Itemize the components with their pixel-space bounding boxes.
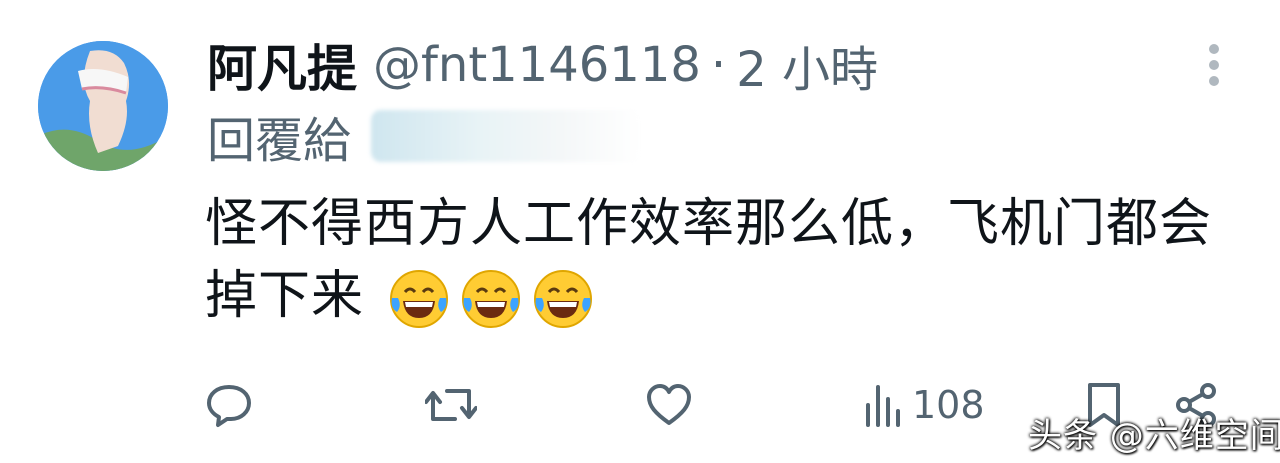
views-button[interactable]: 108 bbox=[862, 370, 985, 440]
reply-context: 回覆給 bbox=[207, 104, 642, 169]
laughing-emoji-icon bbox=[460, 268, 522, 330]
retweet-icon bbox=[425, 389, 477, 421]
more-icon bbox=[1209, 44, 1219, 86]
display-name[interactable]: 阿凡提 bbox=[207, 29, 357, 101]
laughing-emoji-icon bbox=[532, 268, 594, 330]
views-count: 108 bbox=[912, 383, 985, 427]
avatar-image bbox=[38, 41, 168, 171]
reply-icon bbox=[207, 385, 251, 427]
retweet-button[interactable] bbox=[425, 370, 477, 440]
more-options-button[interactable] bbox=[1200, 42, 1228, 88]
separator-dot: · bbox=[710, 37, 727, 93]
reply-label: 回覆給 bbox=[207, 113, 352, 169]
like-button[interactable] bbox=[645, 370, 693, 440]
tweet-body: 怪不得西方人工作效率那么低，飞机门都会掉下来 bbox=[205, 188, 1245, 332]
avatar[interactable] bbox=[38, 41, 168, 171]
timestamp[interactable]: 2 小時 bbox=[736, 30, 878, 100]
watermark: 头条 @六维空间 bbox=[1028, 416, 1280, 456]
laughing-emoji-icon bbox=[388, 268, 450, 330]
like-icon bbox=[647, 384, 691, 425]
emoji-group bbox=[388, 268, 604, 330]
reply-button[interactable] bbox=[205, 370, 253, 440]
redacted-handle bbox=[371, 110, 642, 162]
user-handle[interactable]: @fnt1146118 bbox=[373, 37, 701, 93]
tweet-text: 怪不得西方人工作效率那么低，飞机门都会掉下来 bbox=[205, 194, 1213, 326]
views-icon bbox=[866, 385, 900, 427]
